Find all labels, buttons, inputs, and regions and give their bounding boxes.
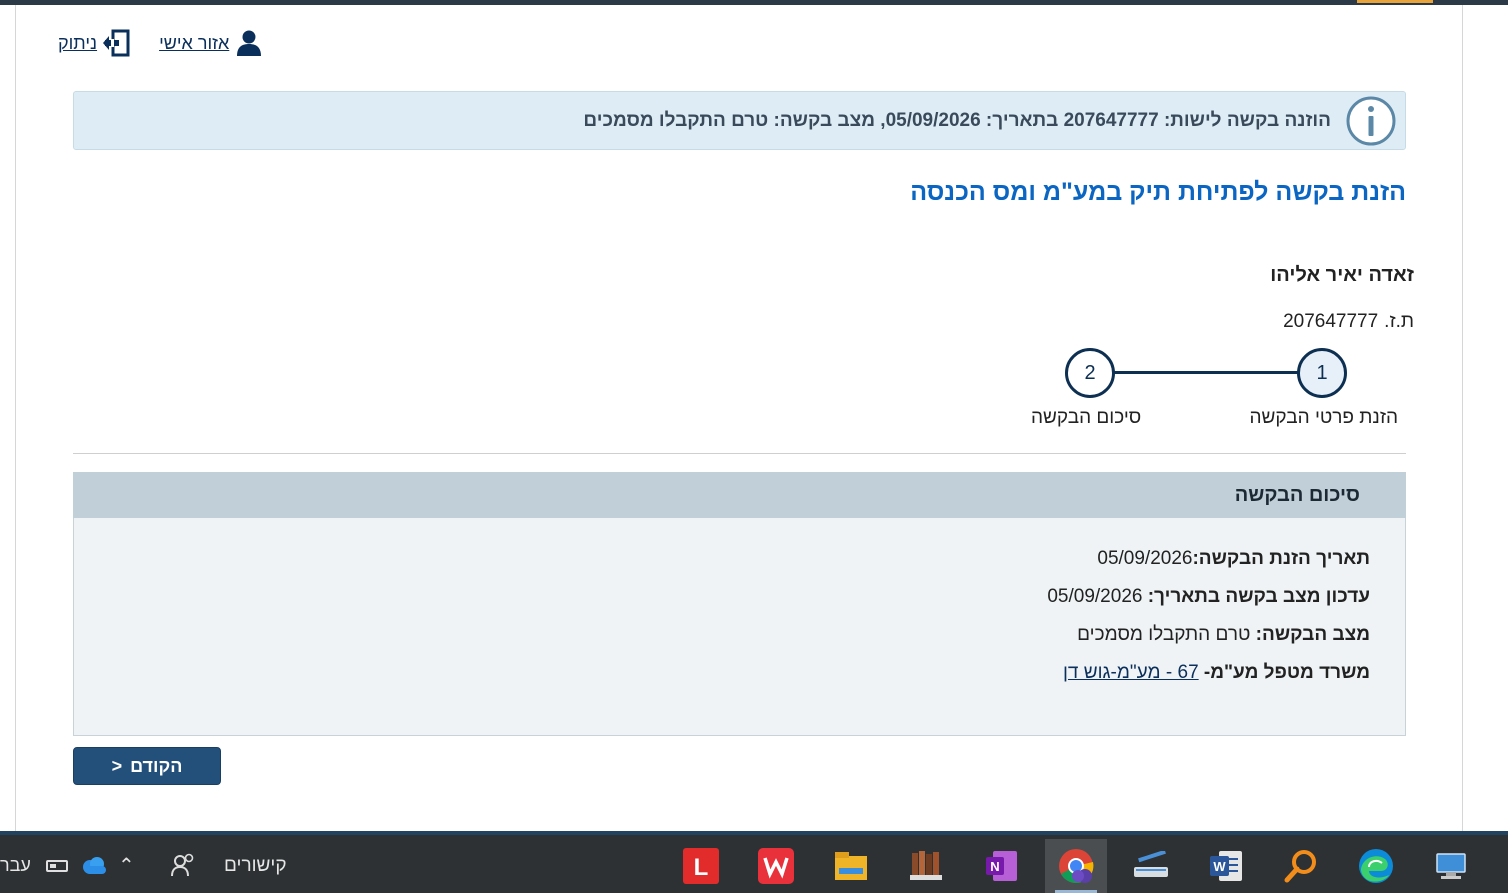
summary-value: 05/09/2026	[1047, 586, 1143, 607]
user-links: ניתוק אזור אישי	[58, 28, 263, 58]
back-button[interactable]: הקודם <	[73, 747, 221, 785]
person-id-value: 207647777	[1283, 311, 1379, 332]
personal-area-label[interactable]: אזור אישי	[159, 33, 229, 54]
person-id: ת.ז.207647777	[1283, 311, 1414, 333]
summary-row-status-update-date: עדכון מצב בקשה בתאריך: 05/09/2026	[74, 584, 1370, 622]
back-arrow-icon: <	[111, 755, 123, 776]
step-1-label: הזנת פרטי הבקשה	[1249, 407, 1398, 428]
svg-text:W: W	[1213, 859, 1226, 874]
person-name: זאדה יאיר אליהו	[1270, 264, 1414, 286]
summary-label: משרד מטפל מע"מ-	[1203, 662, 1370, 683]
people-icon[interactable]	[170, 852, 196, 878]
frame-border-left	[15, 5, 16, 831]
logout-icon	[103, 29, 130, 57]
user-icon	[237, 30, 262, 56]
onenote-app-icon[interactable]: N	[970, 839, 1032, 893]
summary-value: 05/09/2026	[1097, 548, 1193, 569]
logout-label[interactable]: ניתוק	[58, 33, 97, 54]
search-tool-app-icon[interactable]	[1270, 839, 1332, 893]
logout-link[interactable]: ניתוק	[58, 29, 131, 57]
personal-area-link[interactable]: אזור אישי	[159, 29, 263, 57]
wps-office-app-icon[interactable]	[745, 839, 807, 893]
section-divider	[73, 453, 1406, 454]
summary-row-entry-date: תאריך הזנת הבקשה:05/09/2026	[74, 546, 1370, 584]
frame-border-right	[1462, 5, 1463, 831]
word-app-icon[interactable]: W	[1195, 839, 1257, 893]
battery-icon[interactable]	[46, 860, 68, 872]
chrome-app-icon[interactable]	[1045, 839, 1107, 893]
step-1-circle: 1	[1297, 348, 1347, 398]
summary-label: עדכון מצב בקשה בתאריך:	[1147, 586, 1370, 607]
top-bar-accent	[1357, 0, 1433, 3]
summary-panel: תאריך הזנת הבקשה:05/09/2026 עדכון מצב בק…	[73, 518, 1406, 736]
svg-text:N: N	[990, 859, 999, 874]
vat-office-link[interactable]: 67 - מע"מ-גוש דן	[1063, 662, 1199, 683]
summary-row-vat-office: משרד מטפל מע"מ- 67 - מע"מ-גוש דן	[74, 660, 1370, 698]
summary-row-status: מצב הבקשה: טרם התקבלו מסמכים	[74, 622, 1370, 660]
step-2-circle: 2	[1065, 348, 1115, 398]
info-banner: הוזנה בקשה לישות: 207647777 בתאריך: 05/0…	[73, 91, 1406, 150]
summary-label: מצב הבקשה:	[1255, 624, 1370, 645]
info-banner-text: הוזנה בקשה לישות: 207647777 בתאריך: 05/0…	[583, 109, 1331, 131]
svg-text:L: L	[694, 854, 709, 881]
summary-header: סיכום הבקשה	[73, 472, 1406, 518]
person-id-label: ת.ז.	[1384, 311, 1414, 332]
progress-stepper: 1 2 הזנת פרטי הבקשה סיכום הבקשה	[1020, 345, 1410, 435]
show-hidden-icons-chevron-icon[interactable]: ⌃	[118, 853, 135, 878]
stepper-connector	[1090, 371, 1322, 374]
edge-app-icon[interactable]	[1345, 839, 1407, 893]
language-indicator[interactable]: עבר	[0, 855, 31, 876]
back-button-label: הקודם	[130, 755, 183, 776]
links-toolbar[interactable]: קישורים	[224, 855, 287, 877]
summary-value: טרם התקבלו מסמכים	[1077, 624, 1251, 645]
file-explorer-app-icon[interactable]	[820, 839, 882, 893]
library-app-icon[interactable]	[895, 839, 957, 893]
lingoes-app-icon[interactable]: L	[670, 839, 732, 893]
top-bar	[0, 0, 1508, 5]
onedrive-cloud-icon[interactable]	[80, 855, 108, 875]
info-icon	[1346, 96, 1396, 145]
scanner-app-icon[interactable]	[1120, 839, 1182, 893]
summary-label: תאריך הזנת הבקשה:	[1192, 548, 1370, 569]
windows-taskbar: עבר ⌃ קישורים L N W	[0, 831, 1508, 893]
remote-desktop-app-icon[interactable]	[1420, 839, 1482, 893]
page-title: הזנת בקשה לפתיחת תיק במע"מ ומס הכנסה	[910, 178, 1406, 206]
step-2-label: סיכום הבקשה	[1031, 407, 1142, 428]
